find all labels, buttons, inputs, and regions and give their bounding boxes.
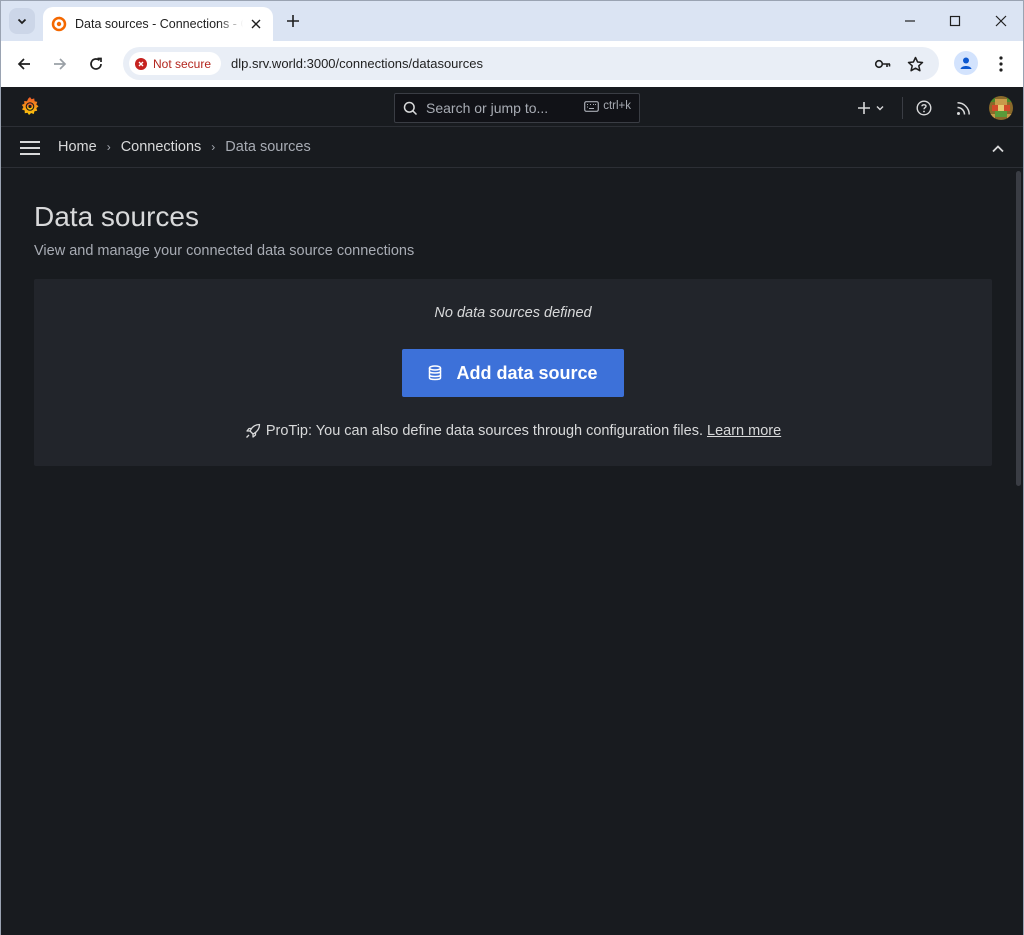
rocket-icon [245,423,260,438]
close-icon [995,15,1007,27]
tab-strip: Data sources - Connections - Grafana [1,1,1023,41]
empty-state-message: No data sources defined [434,305,592,321]
maximize-button[interactable] [943,9,967,33]
search-icon [403,101,418,115]
tab-search-button[interactable] [9,8,35,34]
url-text[interactable]: dlp.srv.world:3000/connections/datasourc… [231,56,483,71]
rss-icon [956,101,970,115]
add-data-source-button[interactable]: Add data source [402,349,624,397]
grafana-logo-icon[interactable] [19,96,41,118]
help-button[interactable] [913,97,935,119]
tab-title: Data sources - Connections - Grafana [75,17,243,31]
forward-button[interactable] [48,52,72,76]
chevron-down-icon [17,18,27,25]
security-label: Not secure [153,56,212,71]
scrollbar-thumb[interactable] [1016,171,1021,486]
page-title: Data sources [34,201,199,232]
back-button[interactable] [12,52,36,76]
protip: ProTip: You can also define data sources… [34,423,992,439]
grafana-favicon-icon [51,16,67,32]
help-icon [916,100,932,116]
browser-tab-active[interactable]: Data sources - Connections - Grafana [43,7,273,41]
search-placeholder: Search or jump to... [426,100,549,116]
arrow-left-icon [17,58,30,70]
breadcrumb: Home › Connections › Data sources [58,139,311,155]
plus-icon [287,15,299,27]
grafana-app: Search or jump to... ctrl+k Home › Conne… [1,87,1023,935]
user-avatar[interactable] [989,96,1013,120]
plus-icon [858,102,870,114]
scrollbar[interactable] [1014,169,1023,935]
add-data-source-label: Add data source [456,362,598,383]
minimize-button[interactable] [898,9,922,33]
browser-toolbar: Not secure dlp.srv.world:3000/connection… [1,41,1023,87]
new-tab-button[interactable] [283,11,303,31]
browser-menu-icon[interactable] [991,53,1011,75]
search-shortcut: ctrl+k [584,100,631,112]
search-shortcut-text: ctrl+k [603,100,631,112]
search-input[interactable]: Search or jump to... ctrl+k [394,93,640,123]
security-chip[interactable]: Not secure [129,52,221,75]
bookmark-star-icon[interactable] [905,54,925,74]
close-window-button[interactable] [989,9,1013,33]
breadcrumb-bar: Home › Connections › Data sources [1,127,1023,168]
learn-more-link[interactable]: Learn more [707,423,781,439]
address-bar[interactable]: Not secure dlp.srv.world:3000/connection… [123,47,939,80]
breadcrumb-current: Data sources [225,139,311,155]
chevron-up-icon[interactable] [989,140,1007,158]
reload-button[interactable] [84,52,108,76]
tab-close-icon[interactable] [247,15,265,33]
keyboard-icon [584,100,600,112]
reload-icon [90,57,102,70]
maximize-icon [949,15,961,27]
breadcrumb-connections[interactable]: Connections [121,139,202,155]
key-icon[interactable] [873,54,893,74]
breadcrumb-home[interactable]: Home [58,139,97,155]
menu-icon[interactable] [19,139,41,157]
chevron-down-icon [876,106,884,111]
grafana-topbar: Search or jump to... ctrl+k [1,87,1023,127]
database-icon [429,365,442,381]
page-subtitle: View and manage your connected data sour… [34,243,415,259]
news-button[interactable] [952,97,974,119]
breadcrumb-separator-icon: › [211,140,216,154]
new-menu-button[interactable] [853,97,889,119]
minimize-icon [905,20,915,22]
breadcrumb-separator-icon: › [106,140,111,154]
browser-window: Data sources - Connections - Grafana [0,0,1024,935]
empty-state-panel: No data sources defined Add data source [34,279,992,466]
warning-icon [135,57,147,70]
page-content: Data sources View and manage your connec… [1,169,1013,935]
topbar-divider [902,97,903,119]
protip-text: ProTip: You can also define data sources… [265,423,703,439]
profile-avatar-icon[interactable] [954,51,978,75]
arrow-right-icon [54,58,67,70]
